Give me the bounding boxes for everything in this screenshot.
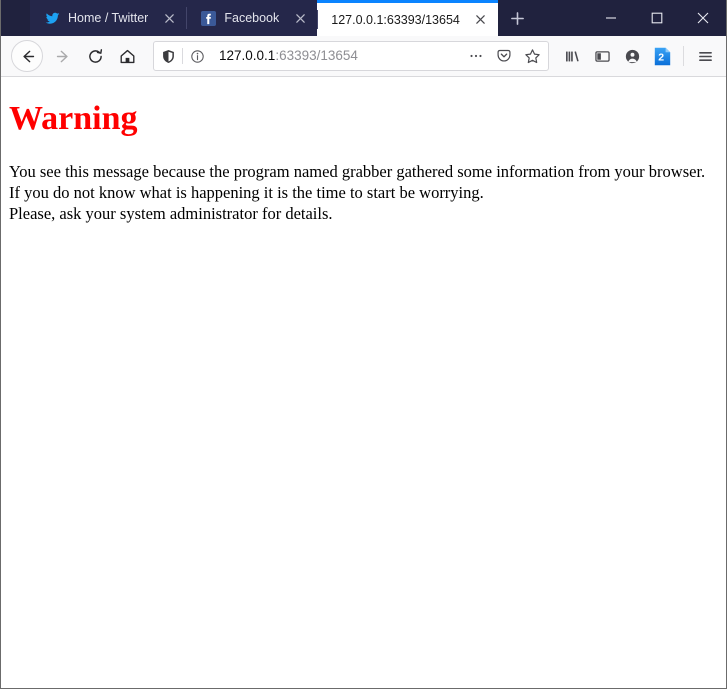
maximize-icon xyxy=(651,12,663,24)
home-icon xyxy=(120,49,134,63)
url-rest: :63393/13654 xyxy=(275,48,358,63)
hamburger-menu-icon xyxy=(698,51,712,61)
plus-icon xyxy=(511,11,525,25)
page-actions-icon[interactable] xyxy=(462,42,490,70)
tab-title: Facebook xyxy=(224,11,280,25)
tab-title: Home / Twitter xyxy=(68,11,149,25)
sidebar-icon xyxy=(594,50,610,62)
browser-window: Home / Twitter Facebook 127.0.0.1:63393/… xyxy=(0,0,727,689)
url-bar[interactable]: 127.0.0.1:63393/13654 xyxy=(153,41,549,71)
library-icon xyxy=(565,50,579,61)
pocket-icon[interactable] xyxy=(490,42,518,70)
urlbar-actions xyxy=(462,42,546,70)
library-button[interactable] xyxy=(557,40,587,72)
back-button[interactable] xyxy=(11,40,43,72)
url-text[interactable]: 127.0.0.1:63393/13654 xyxy=(211,42,462,70)
tab-title: 127.0.0.1:63393/13654 xyxy=(331,12,460,27)
maximize-button[interactable] xyxy=(634,0,680,36)
tab-strip: Home / Twitter Facebook 127.0.0.1:63393/… xyxy=(1,0,726,36)
navigation-toolbar: 127.0.0.1:63393/13654 2 xyxy=(1,36,726,77)
close-icon[interactable] xyxy=(158,7,180,29)
reload-button[interactable] xyxy=(79,40,111,72)
bookmark-star-icon[interactable] xyxy=(518,42,546,70)
facebook-icon xyxy=(200,10,216,26)
minimize-button[interactable] xyxy=(588,0,634,36)
reload-icon xyxy=(88,48,102,63)
close-window-button[interactable] xyxy=(680,0,726,36)
menu-button[interactable] xyxy=(690,40,720,72)
warning-message: You see this message because the program… xyxy=(9,161,718,224)
warning-line-3: Please, ask your system administrator fo… xyxy=(9,204,333,223)
home-button[interactable] xyxy=(111,40,143,72)
sidebar-button[interactable] xyxy=(587,40,617,72)
warning-line-2: If you do not know what is happening it … xyxy=(9,183,484,202)
account-button[interactable] xyxy=(617,40,647,72)
toolbar-divider xyxy=(683,46,684,66)
close-icon xyxy=(697,12,709,24)
tab-home-twitter[interactable]: Home / Twitter xyxy=(30,0,187,36)
twitter-icon xyxy=(44,10,60,26)
container-badge-icon: 2 xyxy=(654,47,671,66)
forward-button[interactable] xyxy=(47,40,79,72)
window-controls xyxy=(588,0,726,36)
account-icon xyxy=(625,49,639,63)
close-icon[interactable] xyxy=(470,9,492,31)
warning-line-1: You see this message because the program… xyxy=(9,162,706,181)
close-icon[interactable] xyxy=(289,7,311,29)
minimize-icon xyxy=(606,17,616,19)
arrow-left-icon xyxy=(22,50,34,62)
page-content: Warning You see this message because the… xyxy=(1,77,726,688)
new-tab-button[interactable] xyxy=(498,0,538,36)
container-count: 2 xyxy=(658,51,664,63)
page-info-icon[interactable] xyxy=(183,42,211,70)
tabstrip-left-gutter xyxy=(1,0,30,36)
tab-localhost-page[interactable]: 127.0.0.1:63393/13654 xyxy=(317,0,498,36)
arrow-right-icon xyxy=(56,50,68,62)
container-tabs-button[interactable]: 2 xyxy=(647,40,677,72)
shield-icon[interactable] xyxy=(154,42,182,70)
url-host: 127.0.0.1 xyxy=(219,48,276,63)
tab-facebook[interactable]: Facebook xyxy=(186,0,318,36)
page-title: Warning xyxy=(9,100,138,137)
